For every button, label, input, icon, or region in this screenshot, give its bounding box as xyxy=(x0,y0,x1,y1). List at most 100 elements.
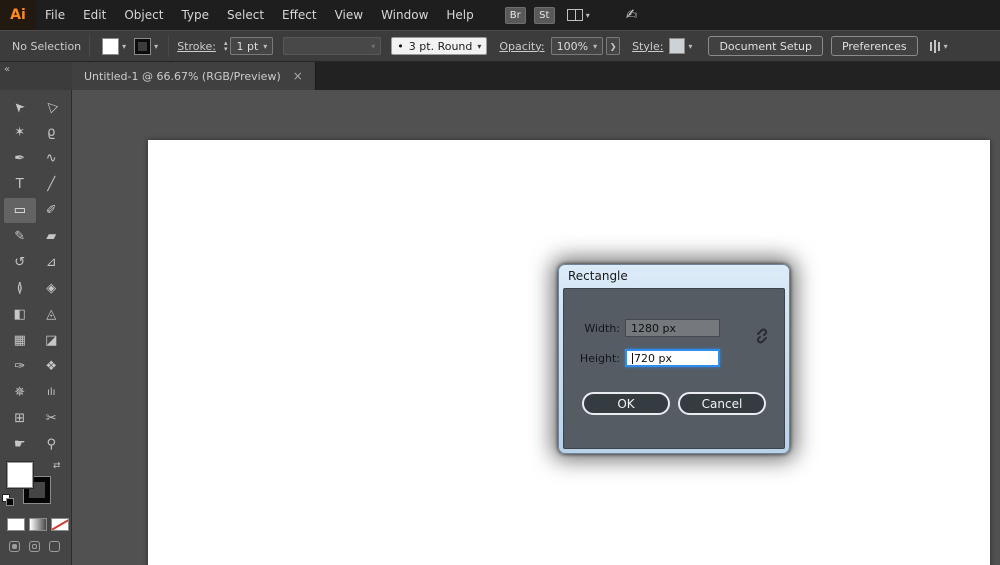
menu-effect[interactable]: Effect xyxy=(273,0,326,30)
lasso-tool[interactable]: ϱ xyxy=(36,120,68,145)
illustrator-logo[interactable]: Ai xyxy=(0,0,36,30)
stroke-weight-value: 1 pt xyxy=(236,40,258,53)
default-fill-stroke-icon[interactable] xyxy=(2,494,14,506)
arrange-documents-button[interactable]: ▾ xyxy=(567,9,590,21)
menu-help[interactable]: Help xyxy=(437,0,482,30)
opacity-value: 100% xyxy=(557,40,588,53)
document-tab-title: Untitled-1 @ 66.67% (RGB/Preview) xyxy=(84,70,281,83)
line-segment-tool[interactable]: ╱ xyxy=(36,172,68,197)
color-button[interactable] xyxy=(7,518,25,531)
dialog-body: Width: 1280 px Height: 720 px xyxy=(563,288,785,449)
width-input[interactable]: 1280 px xyxy=(625,319,720,337)
collapse-panel-icon[interactable]: « xyxy=(4,64,10,75)
constrain-proportions-icon[interactable] xyxy=(754,327,770,349)
gradient-button[interactable] xyxy=(29,518,47,531)
rectangle-tool[interactable]: ▭ xyxy=(4,198,36,223)
brush-definition-select[interactable]: • 3 pt. Round ▾ xyxy=(391,37,487,55)
swap-fill-stroke-icon[interactable]: ⇄ xyxy=(53,461,61,471)
stepper-down-icon[interactable]: ▾ xyxy=(224,46,228,52)
direct-selection-tool[interactable]: ▷ xyxy=(36,94,68,119)
draw-inside-button[interactable] xyxy=(49,541,60,552)
rectangle-dialog: Rectangle Width: 1280 px Height: 720 px xyxy=(558,264,790,454)
separator xyxy=(168,35,169,57)
height-input[interactable]: 720 px xyxy=(625,349,720,367)
cancel-button[interactable]: Cancel xyxy=(678,392,766,415)
column-graph-tool-icon: ılı xyxy=(47,387,55,398)
fill-swatch[interactable] xyxy=(7,462,33,488)
gradient-tool[interactable]: ◪ xyxy=(36,328,68,353)
symbol-sprayer-tool[interactable]: ✵ xyxy=(4,380,36,405)
column-graph-tool[interactable]: ılı xyxy=(36,380,68,405)
align-options-button[interactable]: ▾ xyxy=(930,40,948,53)
variable-width-profile-select: ▾ xyxy=(283,37,381,55)
menu-view[interactable]: View xyxy=(326,0,372,30)
chevron-down-icon[interactable]: ▾ xyxy=(122,42,126,51)
chevron-down-icon[interactable]: ▾ xyxy=(154,42,158,51)
menu-file[interactable]: File xyxy=(36,0,74,30)
graphic-style-swatch[interactable] xyxy=(669,38,685,54)
draw-normal-button[interactable] xyxy=(9,541,20,552)
menu-object[interactable]: Object xyxy=(115,0,172,30)
stroke-weight-stepper[interactable]: ▴ ▾ xyxy=(224,40,228,52)
menu-edit[interactable]: Edit xyxy=(74,0,115,30)
blend-tool[interactable]: ❖ xyxy=(36,354,68,379)
type-tool-icon: T xyxy=(16,177,24,192)
stroke-panel-link[interactable]: Stroke: xyxy=(177,40,216,53)
opacity-flyout-button[interactable]: ❯ xyxy=(606,37,620,55)
canvas-pasteboard[interactable]: Rectangle Width: 1280 px Height: 720 px xyxy=(72,90,1000,565)
chevron-down-icon: ▾ xyxy=(593,42,597,51)
document-setup-button[interactable]: Document Setup xyxy=(708,36,823,56)
lasso-tool-icon: ϱ xyxy=(47,125,55,140)
close-tab-icon[interactable]: × xyxy=(293,69,303,83)
selection-tool[interactable]: ➤ xyxy=(4,94,36,119)
menu-select[interactable]: Select xyxy=(218,0,273,30)
menu-window[interactable]: Window xyxy=(372,0,437,30)
type-tool[interactable]: T xyxy=(4,172,36,197)
mesh-tool[interactable]: ▦ xyxy=(4,328,36,353)
perspective-grid-tool[interactable]: ◬ xyxy=(36,302,68,327)
width-tool[interactable]: ≬ xyxy=(4,276,36,301)
free-transform-tool[interactable]: ◈ xyxy=(36,276,68,301)
stock-button[interactable]: St xyxy=(534,7,555,24)
chevron-down-icon: ▾ xyxy=(586,11,590,20)
align-icon xyxy=(930,40,940,53)
opacity-select[interactable]: 100% ▾ xyxy=(551,37,603,55)
document-tab[interactable]: Untitled-1 @ 66.67% (RGB/Preview) × xyxy=(72,62,316,90)
selection-tool-icon: ➤ xyxy=(11,97,29,115)
shape-builder-tool[interactable]: ◧ xyxy=(4,302,36,327)
eraser-tool[interactable]: ▰ xyxy=(36,224,68,249)
feather-icon[interactable]: ✍ xyxy=(626,7,638,23)
ok-button[interactable]: OK xyxy=(582,392,670,415)
eyedropper-tool[interactable]: ✑ xyxy=(4,354,36,379)
scale-tool[interactable]: ⊿ xyxy=(36,250,68,275)
control-bar: No Selection ▾ ▾ Stroke: ▴ ▾ 1 pt ▾ ▾ • … xyxy=(0,30,1000,62)
tools-grid: ➤ ▷ ✶ ϱ ✒ ∿ T ╱ ▭ ✐ ✎ ▰ ↺ ⊿ ≬ ◈ ◧ ◬ ▦ ◪ … xyxy=(0,90,71,457)
brush-preview-dot: • xyxy=(397,40,404,53)
dialog-title[interactable]: Rectangle xyxy=(559,265,789,287)
menu-type[interactable]: Type xyxy=(172,0,218,30)
paintbrush-tool[interactable]: ✐ xyxy=(36,198,68,223)
draw-behind-button[interactable] xyxy=(29,541,40,552)
pen-tool[interactable]: ✒ xyxy=(4,146,36,171)
preferences-button[interactable]: Preferences xyxy=(831,36,918,56)
text-caret xyxy=(632,353,633,364)
stroke-weight-select[interactable]: 1 pt ▾ xyxy=(230,37,273,55)
bridge-button[interactable]: Br xyxy=(505,7,526,24)
opacity-panel-link[interactable]: Opacity: xyxy=(499,40,544,53)
style-panel-link[interactable]: Style: xyxy=(632,40,663,53)
curvature-tool[interactable]: ∿ xyxy=(36,146,68,171)
zoom-tool[interactable]: ⚲ xyxy=(36,432,68,457)
rotate-tool[interactable]: ↺ xyxy=(4,250,36,275)
chevron-down-icon[interactable]: ▾ xyxy=(688,42,692,51)
stroke-color-swatch[interactable] xyxy=(134,38,151,55)
pencil-tool[interactable]: ✎ xyxy=(4,224,36,249)
hand-tool[interactable]: ☛ xyxy=(4,432,36,457)
magic-wand-tool[interactable]: ✶ xyxy=(4,120,36,145)
chevron-down-icon: ▾ xyxy=(263,42,267,51)
fill-color-swatch[interactable] xyxy=(102,38,119,55)
paint-style-row xyxy=(0,512,71,531)
tools-panel-header[interactable]: « xyxy=(0,62,72,90)
slice-tool[interactable]: ✂ xyxy=(36,406,68,431)
none-button[interactable] xyxy=(51,518,69,531)
artboard-tool[interactable]: ⊞ xyxy=(4,406,36,431)
